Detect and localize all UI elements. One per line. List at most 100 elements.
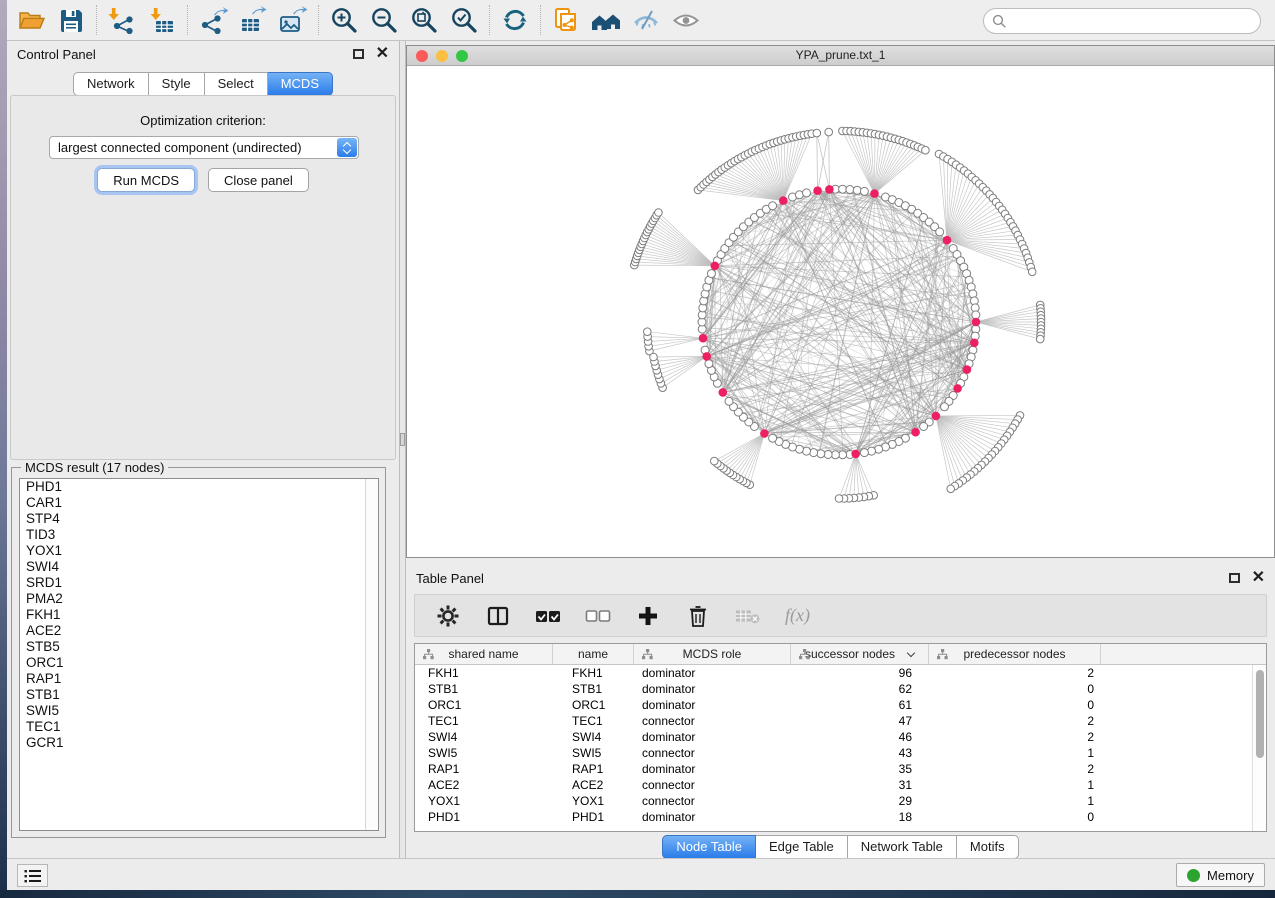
mcds-list-scrollbar[interactable] bbox=[365, 479, 378, 830]
table-row[interactable]: RAP1RAP1dominator352 bbox=[415, 761, 1252, 777]
zoom-out-button[interactable] bbox=[364, 3, 404, 37]
table-cell[interactable]: PHD1 bbox=[415, 810, 553, 824]
mcds-result-item[interactable]: TID3 bbox=[20, 527, 378, 543]
add-column-button[interactable] bbox=[635, 603, 661, 629]
scrollbar-thumb[interactable] bbox=[1256, 670, 1264, 758]
export-image-button[interactable] bbox=[273, 3, 313, 37]
table-cell[interactable]: SWI5 bbox=[415, 746, 553, 760]
mcds-result-item[interactable]: SWI5 bbox=[20, 703, 378, 719]
mcds-result-item[interactable]: PHD1 bbox=[20, 479, 378, 495]
home-layout-button[interactable] bbox=[586, 3, 626, 37]
table-cell[interactable]: dominator bbox=[634, 730, 791, 744]
table-cell[interactable]: TEC1 bbox=[415, 714, 553, 728]
column-header-name[interactable]: name bbox=[553, 644, 634, 664]
mcds-result-item[interactable]: RAP1 bbox=[20, 671, 378, 687]
import-table-button[interactable] bbox=[142, 3, 182, 37]
mcds-result-item[interactable]: SWI4 bbox=[20, 559, 378, 575]
table-cell[interactable]: ACE2 bbox=[415, 778, 553, 792]
table-cell[interactable]: connector bbox=[634, 714, 791, 728]
hide-panels-button[interactable] bbox=[626, 3, 666, 37]
tab-network[interactable]: Network bbox=[73, 72, 149, 96]
table-cell[interactable]: TEC1 bbox=[553, 714, 634, 728]
split-panel-button[interactable] bbox=[485, 603, 511, 629]
tab-motifs[interactable]: Motifs bbox=[957, 835, 1019, 859]
table-cell[interactable]: connector bbox=[634, 746, 791, 760]
tab-mcds[interactable]: MCDS bbox=[268, 72, 333, 96]
table-cell[interactable]: 0 bbox=[929, 698, 1101, 712]
table-cell[interactable]: 0 bbox=[929, 810, 1101, 824]
table-cell[interactable]: ORC1 bbox=[415, 698, 553, 712]
table-cell[interactable]: 61 bbox=[791, 698, 929, 712]
table-cell[interactable]: 18 bbox=[791, 810, 929, 824]
tab-network-table[interactable]: Network Table bbox=[848, 835, 957, 859]
table-cell[interactable]: STB1 bbox=[553, 682, 634, 696]
mcds-result-item[interactable]: ACE2 bbox=[20, 623, 378, 639]
table-cell[interactable]: RAP1 bbox=[415, 762, 553, 776]
table-cell[interactable]: PHD1 bbox=[553, 810, 634, 824]
delete-table-button[interactable] bbox=[735, 603, 761, 629]
column-header-successor-nodes[interactable]: successor nodes bbox=[791, 644, 929, 664]
table-cell[interactable]: dominator bbox=[634, 762, 791, 776]
function-builder-button[interactable]: f(x) bbox=[785, 605, 810, 626]
table-cell[interactable]: 2 bbox=[929, 730, 1101, 744]
tab-style[interactable]: Style bbox=[149, 72, 205, 96]
zoom-fit-button[interactable] bbox=[404, 3, 444, 37]
tab-select[interactable]: Select bbox=[205, 72, 268, 96]
mcds-result-item[interactable]: GCR1 bbox=[20, 735, 378, 751]
table-cell[interactable]: 1 bbox=[929, 778, 1101, 792]
table-cell[interactable]: FKH1 bbox=[553, 666, 634, 680]
tab-node-table[interactable]: Node Table bbox=[662, 835, 756, 859]
float-panel-icon[interactable] bbox=[1229, 573, 1240, 583]
table-cell[interactable]: dominator bbox=[634, 810, 791, 824]
import-network-button[interactable] bbox=[102, 3, 142, 37]
table-scrollbar[interactable] bbox=[1252, 665, 1266, 831]
mcds-result-item[interactable]: PMA2 bbox=[20, 591, 378, 607]
task-history-button[interactable] bbox=[17, 864, 48, 887]
table-cell[interactable]: 1 bbox=[929, 746, 1101, 760]
mcds-result-item[interactable]: TEC1 bbox=[20, 719, 378, 735]
table-cell[interactable]: SWI5 bbox=[553, 746, 634, 760]
table-cell[interactable]: 43 bbox=[791, 746, 929, 760]
search-input[interactable] bbox=[1012, 11, 1260, 31]
table-cell[interactable]: FKH1 bbox=[415, 666, 553, 680]
maximize-window-icon[interactable] bbox=[456, 50, 468, 62]
mcds-result-item[interactable]: ORC1 bbox=[20, 655, 378, 671]
table-cell[interactable]: dominator bbox=[634, 666, 791, 680]
network-canvas[interactable] bbox=[407, 66, 1274, 557]
deselect-all-button[interactable] bbox=[585, 603, 611, 629]
table-cell[interactable]: dominator bbox=[634, 698, 791, 712]
close-panel-icon[interactable]: ✕ bbox=[376, 49, 389, 59]
delete-column-button[interactable] bbox=[685, 603, 711, 629]
mcds-result-item[interactable]: YOX1 bbox=[20, 543, 378, 559]
table-row[interactable]: YOX1YOX1connector291 bbox=[415, 793, 1252, 809]
table-cell[interactable]: ACE2 bbox=[553, 778, 634, 792]
duplicate-network-button[interactable] bbox=[546, 3, 586, 37]
table-cell[interactable]: 1 bbox=[929, 794, 1101, 808]
optimization-criterion-select[interactable]: largest connected component (undirected) bbox=[49, 136, 359, 159]
column-header-shared-name[interactable]: shared name bbox=[415, 644, 553, 664]
table-cell[interactable]: STB1 bbox=[415, 682, 553, 696]
table-row[interactable]: ORC1ORC1dominator610 bbox=[415, 697, 1252, 713]
column-header-mcds-role[interactable]: MCDS role bbox=[634, 644, 791, 664]
table-cell[interactable]: SWI4 bbox=[553, 730, 634, 744]
mcds-result-item[interactable]: FKH1 bbox=[20, 607, 378, 623]
run-mcds-button[interactable]: Run MCDS bbox=[97, 168, 195, 192]
network-window-titlebar[interactable]: YPA_prune.txt_1 bbox=[407, 46, 1274, 66]
network-graph[interactable] bbox=[407, 66, 1274, 557]
table-cell[interactable]: ORC1 bbox=[553, 698, 634, 712]
export-network-button[interactable] bbox=[193, 3, 233, 37]
table-row[interactable]: STB1STB1dominator620 bbox=[415, 681, 1252, 697]
table-cell[interactable]: connector bbox=[634, 794, 791, 808]
mcds-result-item[interactable]: CAR1 bbox=[20, 495, 378, 511]
splitter-grip-icon[interactable] bbox=[400, 433, 405, 446]
column-header-predecessor-nodes[interactable]: predecessor nodes bbox=[929, 644, 1101, 664]
table-cell[interactable]: 47 bbox=[791, 714, 929, 728]
table-cell[interactable]: 2 bbox=[929, 762, 1101, 776]
table-cell[interactable]: RAP1 bbox=[553, 762, 634, 776]
close-panel-icon[interactable]: ✕ bbox=[1252, 573, 1265, 583]
table-row[interactable]: ACE2ACE2connector311 bbox=[415, 777, 1252, 793]
table-cell[interactable]: YOX1 bbox=[553, 794, 634, 808]
save-session-button[interactable] bbox=[51, 3, 91, 37]
select-all-button[interactable] bbox=[535, 603, 561, 629]
memory-button[interactable]: Memory bbox=[1176, 863, 1265, 887]
